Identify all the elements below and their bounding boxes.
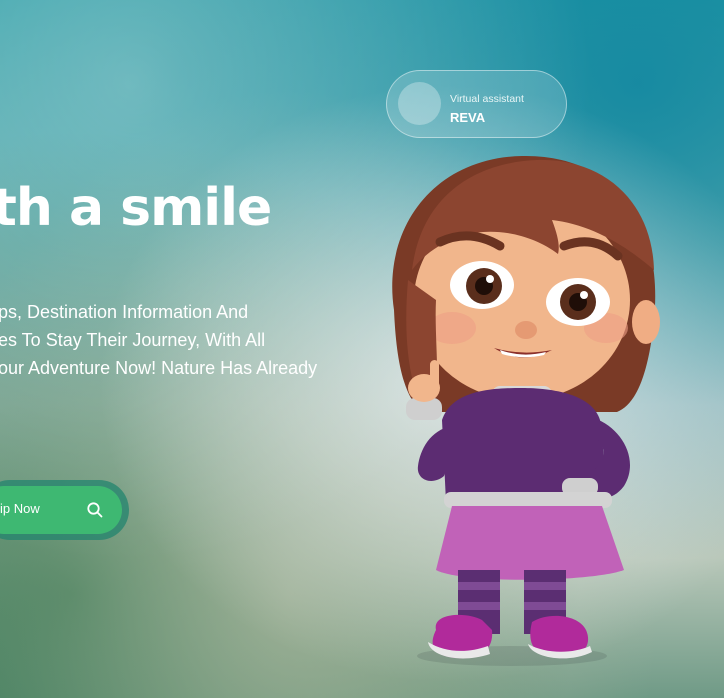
assistant-name: REVA (450, 110, 486, 125)
description-line: es To Stay Their Journey, With All (0, 330, 266, 350)
description-line: our Adventure Now! Nature Has Already (0, 358, 318, 378)
avatar (398, 82, 441, 125)
search-icon (86, 501, 104, 519)
cta-label: ip Now (0, 501, 40, 516)
description-line: ps, Destination Information And (0, 302, 249, 322)
hero-headline: th a smile (0, 178, 272, 238)
virtual-assistant-card[interactable]: Virtual assistant REVA (386, 70, 567, 138)
character-illustration (392, 155, 660, 666)
plan-trip-button[interactable]: ip Now (0, 486, 122, 534)
hero-description: ps, Destination Information And es To St… (0, 298, 348, 382)
assistant-title: Virtual assistant (450, 93, 524, 105)
